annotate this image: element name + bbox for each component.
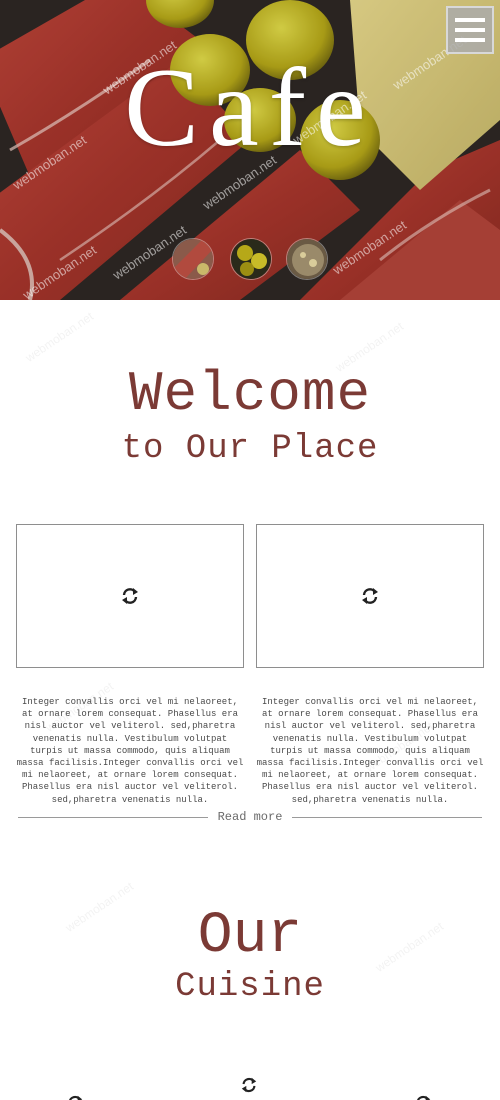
thumb-olives[interactable] — [230, 238, 272, 280]
hamburger-menu-icon — [455, 28, 485, 32]
site-title: Cafe — [124, 46, 376, 170]
hamburger-menu-icon — [455, 38, 485, 42]
refresh-loader-icon — [241, 1077, 257, 1093]
refresh-loader-icon — [122, 588, 138, 604]
hamburger-menu-icon — [455, 18, 485, 22]
refresh-loader-icon — [416, 1095, 431, 1100]
hamburger-menu-button[interactable] — [446, 6, 494, 54]
card-image-placeholder — [16, 524, 244, 668]
card-description: Integer convallis orci vel mi nelaoreet,… — [16, 697, 244, 805]
card-image-placeholder — [256, 524, 484, 668]
refresh-loader-icon — [68, 1095, 83, 1100]
hero-banner: webmoban.net webmoban.net webmoban.net w… — [0, 0, 500, 300]
read-more-divider: Read more — [18, 808, 482, 828]
thumb-meat[interactable] — [172, 238, 214, 280]
cuisine-subtitle: Cuisine — [175, 968, 325, 1006]
welcome-subtitle: to Our Place — [121, 430, 379, 468]
welcome-title: Welcome — [128, 362, 372, 426]
refresh-loader-icon — [362, 588, 378, 604]
read-more-link[interactable]: Read more — [18, 810, 482, 824]
card-description: Integer convallis orci vel mi nelaoreet,… — [256, 697, 484, 805]
watermark-text: webmoban.net — [22, 309, 96, 365]
hero-thumbnails — [172, 238, 332, 282]
cuisine-title: Our — [197, 904, 303, 969]
thumb-cheese[interactable] — [286, 238, 328, 280]
